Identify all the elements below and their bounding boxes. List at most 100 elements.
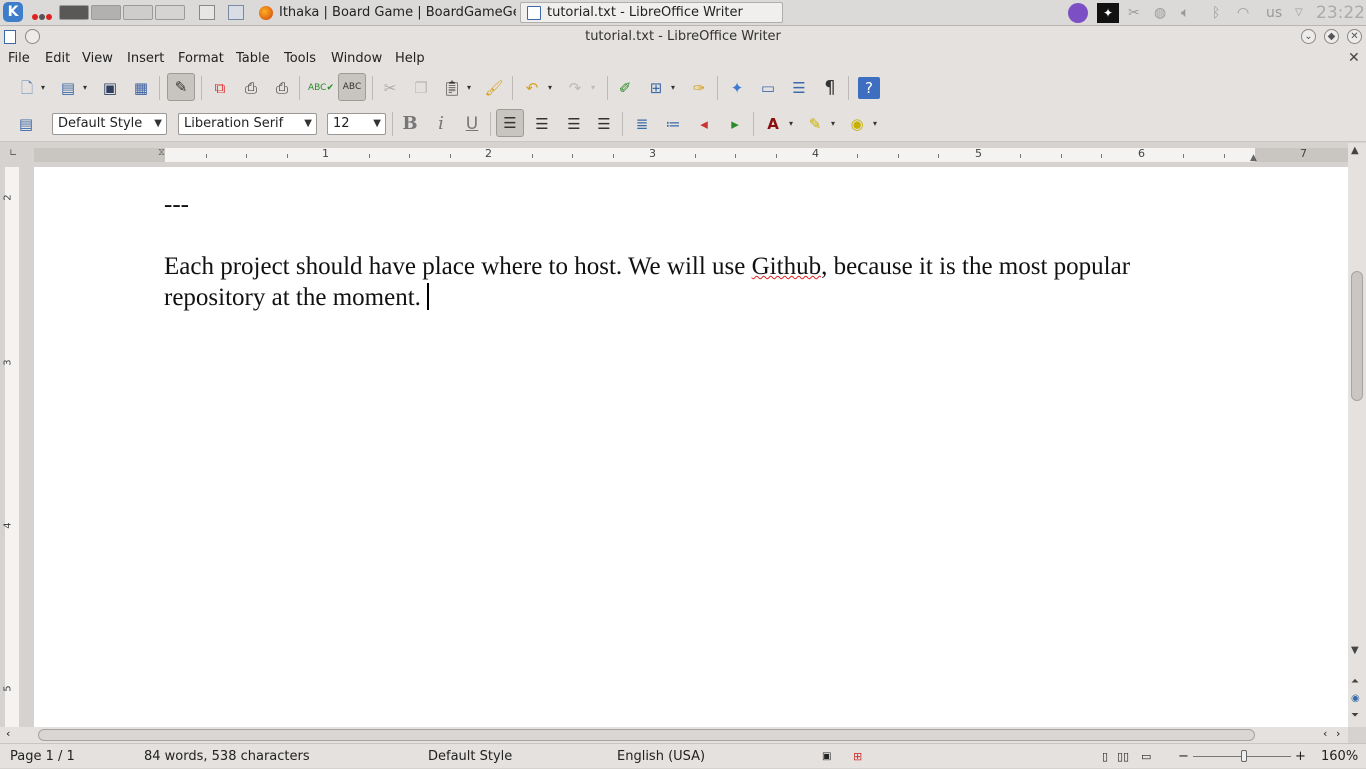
next-page-icon[interactable]: ⏷ <box>1351 710 1359 721</box>
volume-icon[interactable]: 🔈︎ <box>1181 3 1189 23</box>
book-view-icon[interactable]: ▭ <box>1141 744 1151 769</box>
font-name-select[interactable]: Liberation Serif ▼ <box>178 113 317 135</box>
align-center-icon[interactable]: ☰ <box>531 113 553 135</box>
help-icon[interactable]: ? <box>858 77 880 99</box>
desktop-4[interactable] <box>155 5 185 20</box>
zoom-slider-handle[interactable] <box>1241 750 1247 762</box>
bold-icon[interactable]: B <box>399 113 421 135</box>
kde-menu-icon[interactable]: K <box>3 2 23 22</box>
window-menu-icon[interactable] <box>25 29 40 44</box>
italic-icon[interactable]: i <box>430 113 452 135</box>
file-manager-icon[interactable] <box>199 5 215 20</box>
tray-expand-icon[interactable]: ▽ <box>1295 3 1303 23</box>
misspelled-word[interactable]: Github <box>752 253 821 280</box>
scroll-left-icon[interactable]: ‹ <box>6 727 10 740</box>
align-right-icon[interactable]: ☰ <box>563 113 585 135</box>
menu-help[interactable]: Help <box>395 50 425 68</box>
redo-icon[interactable]: ↷ <box>564 77 586 99</box>
page-indicator[interactable]: Page 1 / 1 <box>10 744 75 769</box>
zoom-level[interactable]: 160% <box>1321 744 1358 769</box>
activities-icon[interactable] <box>32 9 53 24</box>
close-document-icon[interactable]: ✕ <box>1348 50 1360 66</box>
print-icon[interactable]: ▤ <box>57 77 79 99</box>
right-indent-icon[interactable]: ▲ <box>1250 153 1257 163</box>
menu-edit[interactable]: Edit <box>45 50 70 68</box>
scroll-right-icon[interactable]: › <box>1336 727 1340 740</box>
scissors-icon[interactable]: ✂ <box>1128 3 1140 23</box>
document-modified-icon[interactable]: ⊞ <box>853 744 862 769</box>
decrease-indent-icon[interactable]: ◂ <box>693 113 715 135</box>
horizontal-scroll-thumb[interactable] <box>38 729 1255 741</box>
menu-tools[interactable]: Tools <box>284 50 316 68</box>
navigation-icon[interactable]: ◉ <box>1351 693 1360 704</box>
formatting-marks-icon[interactable]: ¶ <box>819 77 841 99</box>
print-preview-icon[interactable]: ⎙ <box>271 77 293 99</box>
zoom-out-icon[interactable]: − <box>1178 744 1189 769</box>
undo-icon[interactable]: ↶ <box>521 77 543 99</box>
table-dropdown-icon[interactable]: ▾ <box>668 77 678 99</box>
edit-mode-icon[interactable]: ✎ <box>167 73 195 101</box>
undo-dropdown-icon[interactable]: ▾ <box>545 77 555 99</box>
vertical-scroll-thumb[interactable] <box>1351 271 1363 401</box>
highlighting-icon[interactable]: ✎ <box>804 113 826 135</box>
keyboard-layout[interactable]: us <box>1266 3 1282 23</box>
align-left-icon[interactable]: ☰ <box>496 109 524 137</box>
selection-mode-icon[interactable]: ▣ <box>822 744 831 769</box>
background-color-icon[interactable]: ◉ <box>846 113 868 135</box>
export-pdf-icon[interactable]: ⧉ <box>209 77 231 99</box>
font-color-dropdown-icon[interactable]: ▾ <box>786 113 796 135</box>
paragraph-style-select[interactable]: Default Style ▼ <box>52 113 167 135</box>
show-draw-functions-icon[interactable]: ✑ <box>688 77 710 99</box>
word-count[interactable]: 84 words, 538 characters <box>144 744 310 769</box>
single-page-view-icon[interactable]: ▯ <box>1102 744 1108 769</box>
print-direct-icon[interactable]: ⎙ <box>240 77 262 99</box>
menu-window[interactable]: Window <box>331 50 382 68</box>
paste-dropdown-icon[interactable]: ▾ <box>464 77 474 99</box>
hyperlink-icon[interactable]: ✐ <box>614 77 636 99</box>
calendar-icon[interactable] <box>228 5 244 20</box>
vertical-scrollbar[interactable]: ▲ ▼ ⏶ ◉ ⏷ <box>1348 143 1366 727</box>
bluetooth-icon[interactable]: ᛒ <box>1212 3 1220 23</box>
dropbox-icon[interactable]: ✦ <box>1097 3 1119 23</box>
menu-view[interactable]: View <box>82 50 113 68</box>
font-size-select[interactable]: 12 ▼ <box>327 113 386 135</box>
minimize-button[interactable]: ⌄ <box>1301 29 1316 44</box>
task-writer[interactable]: tutorial.txt - LibreOffice Writer <box>520 2 783 23</box>
viber-icon[interactable] <box>1068 3 1088 23</box>
scroll-down-icon[interactable]: ▼ <box>1351 645 1359 656</box>
print-dropdown-icon[interactable]: ▾ <box>80 77 90 99</box>
bullets-icon[interactable]: ≔ <box>662 113 684 135</box>
scroll-left-end-icon[interactable]: ‹ <box>1323 727 1327 740</box>
clone-formatting-icon[interactable]: 🖌︎ <box>483 77 505 99</box>
underline-icon[interactable]: U <box>461 113 483 135</box>
increase-indent-icon[interactable]: ▸ <box>724 113 746 135</box>
indent-marker-icon[interactable]: ⧖ <box>158 147 165 158</box>
save-icon[interactable]: ▣ <box>99 77 121 99</box>
menu-insert[interactable]: Insert <box>127 50 164 68</box>
vertical-ruler[interactable]: 2 3 4 5 <box>0 167 34 727</box>
background-color-dropdown-icon[interactable]: ▾ <box>870 113 880 135</box>
horizontal-ruler[interactable]: ∟ ⧖ ▲ 1 2 3 4 5 6 7 <box>0 143 1348 165</box>
desktop-1[interactable] <box>59 5 89 20</box>
autospellcheck-icon[interactable]: ABC <box>338 73 366 101</box>
navigator-icon[interactable]: ✦ <box>726 77 748 99</box>
new-document-icon[interactable]: 🗋︎ <box>16 77 38 99</box>
redo-dropdown-icon[interactable]: ▾ <box>588 77 598 99</box>
highlighting-dropdown-icon[interactable]: ▾ <box>828 113 838 135</box>
data-sources-icon[interactable]: ☰ <box>788 77 810 99</box>
justify-icon[interactable]: ☰ <box>593 113 615 135</box>
spellcheck-icon[interactable]: ABC✔ <box>308 77 334 99</box>
save-as-icon[interactable]: ▦ <box>130 77 152 99</box>
desktop-2[interactable] <box>91 5 121 20</box>
task-firefox[interactable]: Ithaka | Board Game | BoardGameGeek - Mo… <box>252 2 517 23</box>
clock[interactable]: 23:22 <box>1316 2 1365 24</box>
page-style[interactable]: Default Style <box>428 744 512 769</box>
paste-icon[interactable]: 📋︎ <box>441 77 463 99</box>
desktop-3[interactable] <box>123 5 153 20</box>
close-button[interactable]: ✕ <box>1347 29 1362 44</box>
menu-file[interactable]: File <box>8 50 30 68</box>
numbering-icon[interactable]: ≣ <box>631 113 653 135</box>
network-icon[interactable]: ◍ <box>1154 3 1166 23</box>
wifi-icon[interactable]: ◠ <box>1237 3 1249 23</box>
multi-page-view-icon[interactable]: ▯▯ <box>1117 744 1129 769</box>
